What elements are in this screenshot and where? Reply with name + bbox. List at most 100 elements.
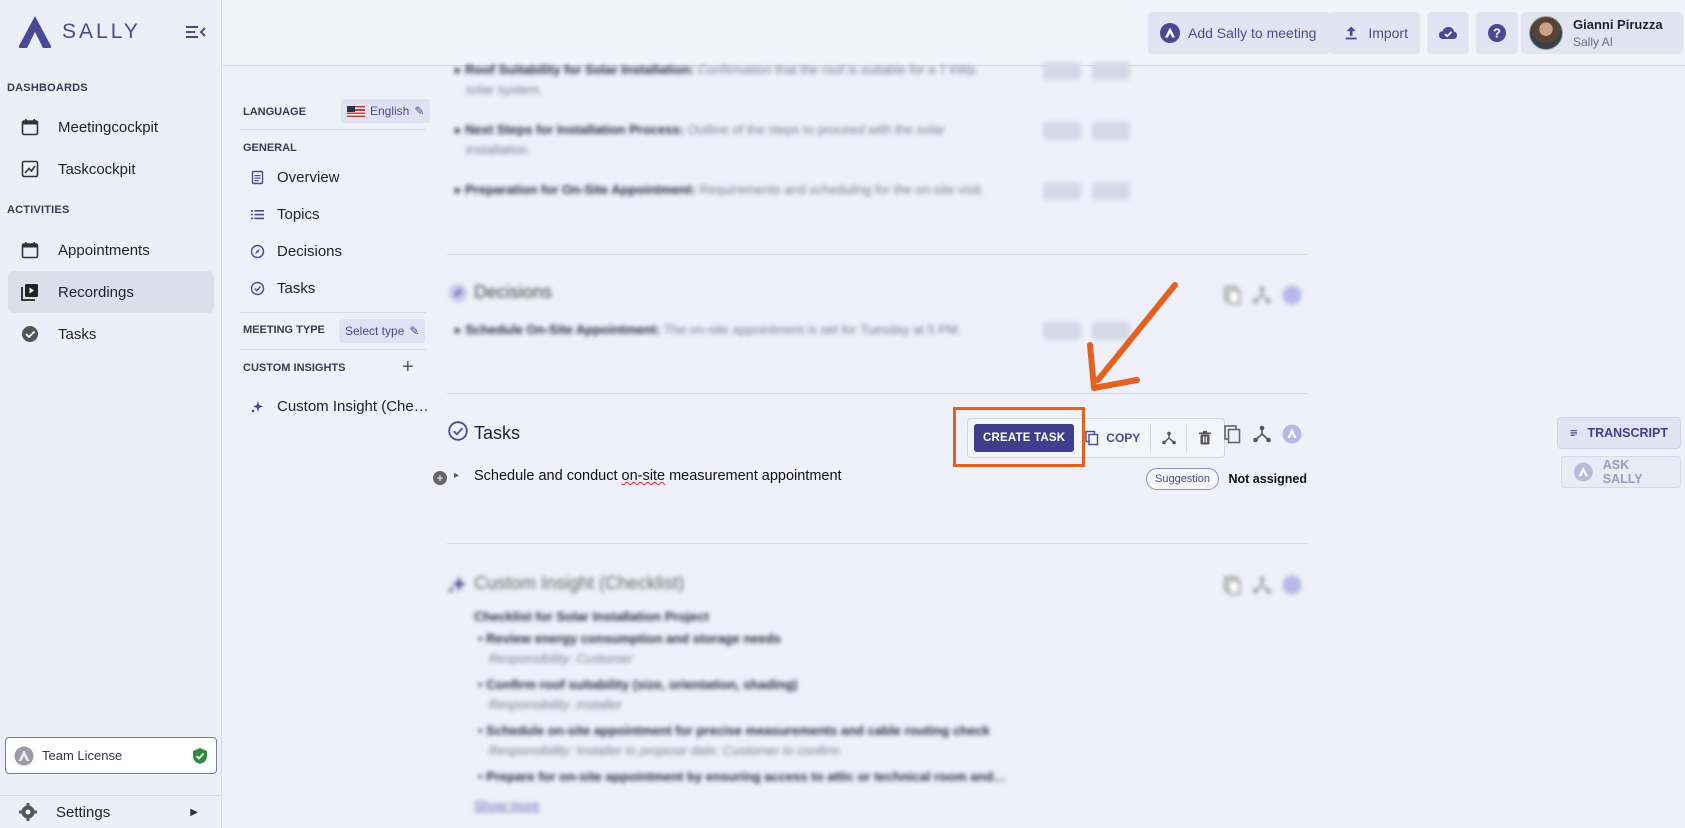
pencil-icon: ✎ [409,324,420,338]
copy-icon[interactable] [1221,284,1243,306]
nav-custom-insight[interactable]: Custom Insight (Che… [250,398,429,415]
sidebar-item-appointments[interactable]: Appointments [8,229,214,271]
compass-icon [250,244,265,259]
checklist-item: • Confirm roof suitability (size, orient… [478,677,798,712]
compass-icon [449,284,467,302]
copy-icon [1085,430,1099,446]
check-circle-outline-icon [448,421,468,441]
nav-decisions[interactable]: Decisions [250,243,342,260]
upload-icon [1345,26,1357,40]
nav-label: Custom Insight (Che… [277,398,429,415]
decision-item: ▸ Schedule On-Site Appointment: The on-s… [455,322,962,337]
sally-circle-icon [1160,23,1180,43]
sidebar-item-tasks[interactable]: Tasks [8,313,214,355]
section-activities: ACTIVITIES [7,204,70,216]
meeting-type-label: MEETING TYPE [243,324,325,336]
collapse-menu-icon[interactable] [184,22,208,42]
add-sally-button[interactable]: Add Sally to meeting [1148,12,1331,54]
decisions-title: Decisions [474,282,553,302]
transcript-button[interactable]: TRANSCRIPT [1557,417,1681,449]
help-icon: ? [1488,24,1506,42]
notes-icon [1570,430,1577,436]
ask-sally-button[interactable]: ASK SALLY [1561,456,1681,488]
team-license-box[interactable]: Team License [5,737,217,774]
share-icon[interactable] [1251,423,1273,445]
calendar-icon [21,242,39,259]
share-button[interactable] [1151,424,1188,452]
assignee-label[interactable]: Not assigned [1229,472,1308,486]
document-icon [251,170,264,185]
sparkle-icon [251,401,263,413]
help-button[interactable]: ? [1476,12,1518,54]
checklist-heading: Checklist for Solar Installation Project [474,609,709,624]
topic-item: ▸ Next Steps for Installation Process: O… [455,122,945,157]
sidebar-item-label: Recordings [58,283,134,301]
tasks-title: Tasks [474,423,521,443]
calendar-icon [21,119,39,136]
share-icon[interactable] [1251,284,1273,306]
avatar [1529,16,1563,50]
task-text-part: measurement appointment [665,468,842,484]
checklist-item: • Schedule on-site appointment for preci… [478,723,990,758]
chevron-right-icon: ▶ [190,806,198,818]
sally-logo-icon [18,16,52,48]
ask-sally-label: ASK SALLY [1602,458,1643,486]
chart-icon [21,160,39,178]
gear-icon [19,803,37,821]
task-title[interactable]: Schedule and conduct on-site measurement… [474,468,842,484]
sparkle-icon [449,576,467,592]
check-circle-icon [22,326,38,342]
pencil-icon: ✎ [414,104,425,118]
language-selector[interactable]: English ✎ [341,99,431,123]
sally-ai-icon[interactable] [1281,574,1303,596]
brand[interactable]: SALLY [16,14,141,50]
nav-topics[interactable]: Topics [250,206,320,223]
section-dashboards: DASHBOARDS [7,82,88,94]
import-button[interactable]: Import [1330,12,1420,54]
cloud-sync-button[interactable] [1427,12,1469,54]
topic-item: ▸ Roof Suitability for Solar Installatio… [455,62,976,97]
show-more-link[interactable]: Show more [474,796,1034,816]
copy-icon[interactable] [1221,574,1243,596]
transcript-label: TRANSCRIPT [1587,426,1668,440]
copy-icon[interactable] [1221,423,1243,445]
nav-tasks[interactable]: Tasks [250,280,315,297]
add-insight-icon[interactable]: + [402,356,414,379]
nav-label: Topics [277,206,320,223]
highlight-box [953,407,1085,467]
license-label: Team License [42,748,123,763]
nav-label: Overview [277,169,340,186]
meeting-type-selector[interactable]: Select type ✎ [339,319,426,343]
svg-text:?: ? [1493,26,1501,41]
copy-button[interactable]: COPY [1084,424,1152,452]
add-circle-icon[interactable]: + [433,471,447,485]
us-flag-icon [347,105,365,117]
settings-button[interactable]: Settings ▶ [0,795,222,828]
list-icon [251,210,264,220]
meeting-type-value: Select type [345,324,405,338]
sally-avatar-icon [14,746,34,765]
language-value: English [370,104,410,118]
share-icon[interactable] [1251,574,1273,596]
sally-ai-icon[interactable] [1281,423,1303,445]
sidebar: SALLY DASHBOARDS Meetingcockpit Taskcock… [0,0,222,828]
user-menu[interactable]: Gianni Piruzza Sally AI [1521,12,1683,54]
trash-icon [1199,431,1212,445]
expand-chevron-icon[interactable]: ▸ [454,470,459,481]
sidebar-item-taskcockpit[interactable]: Taskcockpit [8,148,214,190]
settings-label: Settings [56,803,111,821]
sidebar-item-meetingcockpit[interactable]: Meetingcockpit [8,106,214,148]
checklist-item: • Prepare for on-site appointment by ens… [478,769,1007,784]
custom-insight-title: Custom Insight (Checklist) [474,573,685,593]
task-row[interactable]: + ▸ Schedule and conduct on-site measure… [433,466,1308,492]
nav-overview[interactable]: Overview [250,169,340,186]
add-sally-label: Add Sally to meeting [1188,25,1317,41]
nav-label: Decisions [277,243,343,260]
sidebar-item-recordings[interactable]: Recordings [8,271,214,313]
delete-button[interactable] [1187,424,1223,452]
sidebar-item-label: Tasks [58,325,97,343]
top-bar: Add Sally to meeting Import ? Gianni Pir… [223,0,1685,66]
sally-ai-icon[interactable] [1281,284,1303,306]
annotation-arrow-icon [1087,282,1178,391]
sidebar-item-label: Meetingcockpit [58,118,159,136]
